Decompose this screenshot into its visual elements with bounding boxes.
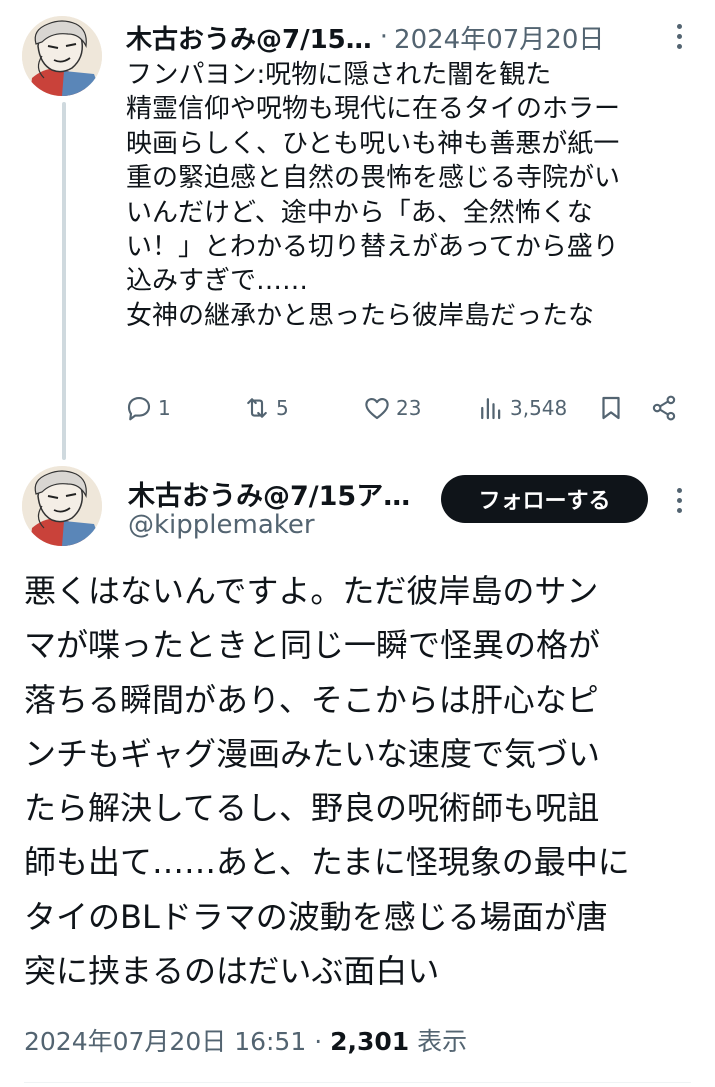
reply-count: 1 — [158, 396, 171, 420]
tweet2-line: 師も出て……あと、たまに怪現象の最中に — [24, 843, 630, 882]
thread-connector-line — [62, 102, 66, 460]
tweet1-line: 映画らしく、ひとも呪いも神も善悪が紙一 — [126, 128, 620, 159]
author-avatar[interactable] — [22, 16, 102, 96]
share-icon — [652, 395, 676, 421]
tweet2-view-label: 表示 — [417, 1027, 468, 1056]
avatar-illustration-icon — [22, 466, 102, 546]
tweet2-more-icon[interactable] — [664, 480, 694, 520]
views-button[interactable]: 3,548 — [476, 388, 567, 428]
retweet-button[interactable]: 5 — [242, 388, 289, 428]
tweet2-author-name[interactable]: 木古おうみ@7/15ア… — [128, 474, 423, 513]
tweet1-line: いんだけど、途中から「あ、全然怖くな — [126, 197, 593, 228]
author-avatar[interactable] — [22, 466, 102, 546]
tweet1-line: い！」とわかる切り替えがあってから盛り — [126, 232, 619, 263]
tweet2-meta: 2024年07月20日 16:51 · 2,301 表示 — [24, 1022, 467, 1058]
tweet2-line: 悪くはないんですよ。ただ彼岸島のサン — [24, 572, 599, 610]
tweet1-date[interactable]: 2024年07月20日 — [394, 19, 604, 56]
share-button[interactable] — [649, 388, 679, 428]
tweet1-line: 女神の継承かと思ったら彼岸島だったな — [126, 300, 595, 331]
bookmark-button[interactable] — [596, 388, 626, 428]
like-icon — [365, 397, 389, 420]
tweet2-timestamp[interactable]: 2024年07月20日 16:51 — [24, 1027, 306, 1056]
tweet1-action-bar: 1 5 23 3,548 — [124, 388, 689, 428]
tweet-thread: 木古おうみ@7/15… · 2024年07月20日 フンパヨン:呪物に隠された闇… — [0, 0, 715, 1087]
like-count: 23 — [396, 396, 422, 420]
tweet1-line: 重の緊迫感と自然の畏怖を感じる寺院がい — [126, 163, 621, 194]
tweet2-separator: · — [314, 1027, 323, 1056]
views-icon — [481, 398, 501, 420]
tweet1-line: 込みすぎで…… — [126, 266, 309, 297]
tweet2-line: 突に挟まるのはだいぶ面白い — [24, 952, 440, 991]
retweet-count: 5 — [276, 396, 289, 420]
tweet2-line: 落ちる瞬間があり、そこからは肝心なピ — [24, 680, 599, 719]
tweet2-line: たら解決してるし、野良の呪術師も呪詛 — [24, 789, 600, 828]
tweet1-header: 木古おうみ@7/15… · 2024年07月20日 — [126, 16, 655, 58]
divider — [24, 1082, 691, 1083]
tweet2-line: マが喋ったときと同じ一瞬で怪異の格が — [24, 626, 601, 665]
follow-button[interactable]: フォローする — [441, 475, 648, 523]
retweet-icon — [247, 398, 267, 418]
tweet1-line: フンパヨン:呪物に隠された闇を観た — [126, 60, 552, 90]
tweet1-separator: · — [379, 22, 389, 52]
tweet2-author-handle[interactable]: @kipplemaker — [128, 510, 315, 540]
reply-button[interactable]: 1 — [124, 388, 171, 428]
tweet1-author-name[interactable]: 木古おうみ@7/15… — [126, 19, 372, 56]
tweet2-text: 悪くはないんですよ。ただ彼岸島のサン マが喋ったときと同じ一瞬で怪異の格が 落ち… — [24, 564, 694, 998]
reply-icon — [127, 396, 151, 421]
tweet2-line: ンチもギャグ漫画みたいな速度で気づい — [24, 734, 601, 773]
tweet2-line: タイのBLドラマの波動を感じる場面が唐 — [24, 897, 608, 936]
tweet1-text: フンパヨン:呪物に隠された闇を観た 精霊信仰や呪物も現代に在るタイのホラー 映画… — [126, 58, 696, 333]
like-button[interactable]: 23 — [362, 388, 421, 428]
views-count: 3,548 — [510, 396, 568, 420]
tweet1-line: 精霊信仰や呪物も現代に在るタイのホラー — [126, 94, 621, 125]
bookmark-icon — [602, 396, 620, 420]
avatar-illustration-icon — [22, 16, 102, 96]
tweet2-view-count: 2,301 — [330, 1027, 410, 1056]
tweet1-more-icon[interactable] — [664, 16, 694, 56]
